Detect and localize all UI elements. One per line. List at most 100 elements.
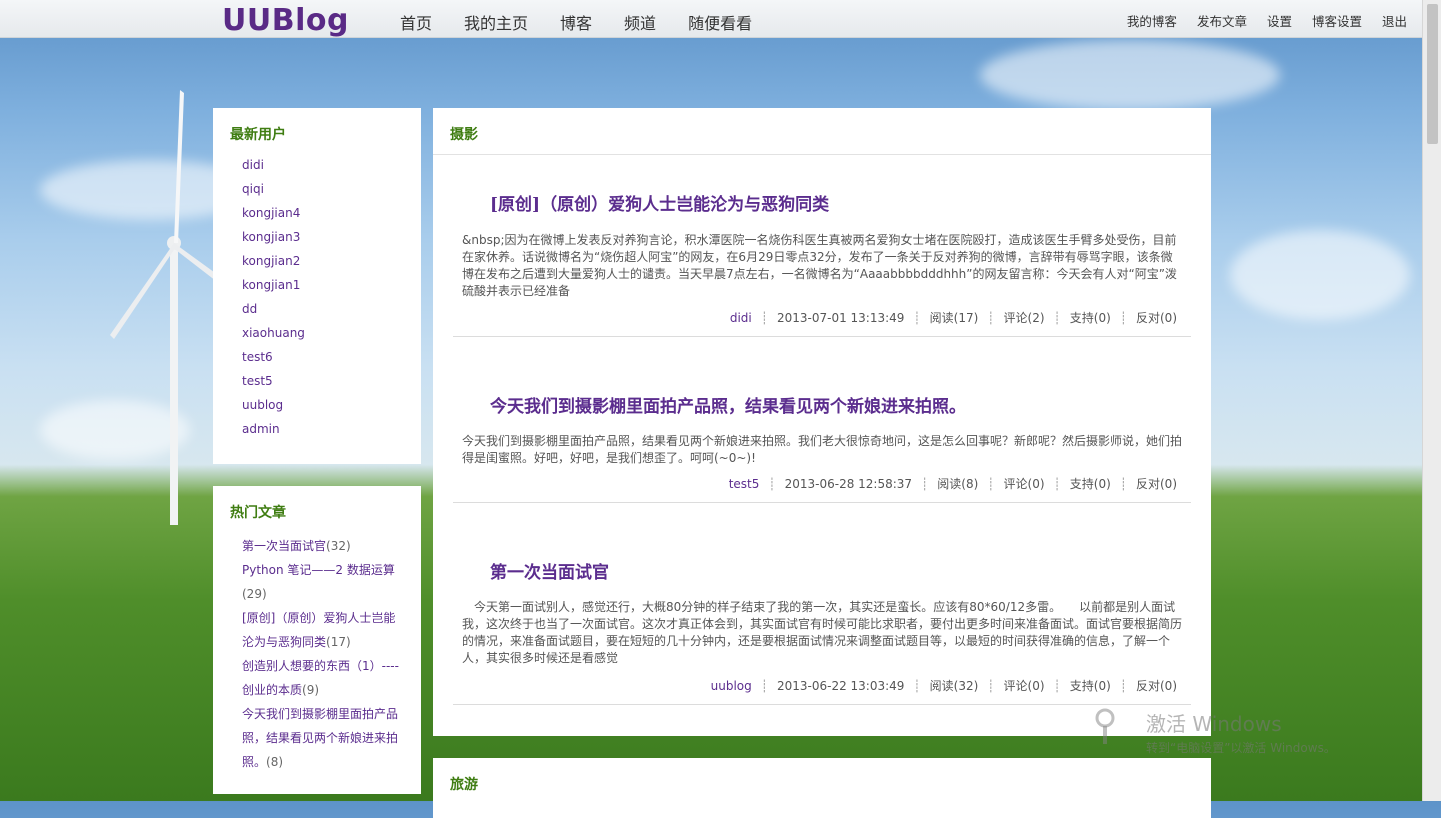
post-support-button[interactable]: 支持(0)	[1070, 679, 1111, 693]
post-oppose-button[interactable]: 反对(0)	[1136, 477, 1177, 491]
activation-watermark: 激活 Windows 转到“电脑设置”以激活 Windows。	[1146, 708, 1336, 756]
post-meta: uublog ┊ 2013-06-22 13:03:49 ┊ 阅读(32) ┊ 评论(0) ┊…	[710, 679, 1177, 693]
new-users-title: 最新用户	[230, 127, 286, 143]
post-comment-count[interactable]: 评论(0)	[1004, 477, 1045, 491]
hot-articles-title: 热门文章	[230, 505, 286, 521]
nav-home[interactable]: 首页	[400, 10, 432, 34]
post-title-link[interactable]: 今天我们到摄影棚里面拍产品照，结果看见两个新娘进来拍照。	[490, 392, 966, 417]
watermark-subtitle: 转到“电脑设置”以激活 Windows。	[1146, 741, 1336, 755]
logout-link[interactable]: 退出	[1382, 11, 1407, 30]
post-support-button[interactable]: 支持(0)	[1070, 477, 1111, 491]
list-item: kongjian4	[242, 206, 305, 230]
user-link[interactable]: didi	[242, 158, 264, 172]
hot-article-count: (9)	[302, 683, 320, 697]
user-link[interactable]: dd	[242, 302, 257, 316]
list-item: kongjian3	[242, 230, 305, 254]
main-nav: 首页 我的主页 博客 频道 随便看看	[400, 10, 784, 34]
key-icon	[1095, 708, 1115, 744]
post-read-count[interactable]: 阅读(32)	[930, 679, 979, 693]
category-title: 摄影	[450, 127, 478, 143]
hot-articles-panel: 热门文章 第一次当面试官(32) Python 笔记——2 数据运算 (29) […	[213, 486, 421, 794]
post-comment-count[interactable]: 评论(0)	[1004, 679, 1045, 693]
user-link[interactable]: kongjian1	[242, 278, 300, 292]
post-time: 2013-06-22 13:03:49	[776, 679, 905, 693]
site-logo[interactable]: UUBlog	[222, 3, 349, 38]
nav-my-homepage[interactable]: 我的主页	[464, 10, 528, 34]
hot-article-link[interactable]: 创造别人想要的东西（1）----创业的本质	[242, 659, 399, 697]
list-item: [原创]（原创）爱狗人士岂能沦为与恶狗同类(17)	[242, 606, 407, 654]
hot-article-link[interactable]: 第一次当面试官	[242, 539, 326, 553]
list-item: uublog	[242, 398, 305, 422]
list-item: qiqi	[242, 182, 305, 206]
post-time: 2013-06-28 12:58:37	[784, 477, 913, 491]
my-blog-link[interactable]: 我的博客	[1127, 11, 1177, 30]
list-item: 创造别人想要的东西（1）----创业的本质(9)	[242, 654, 407, 702]
wind-turbine-image	[110, 90, 218, 525]
post-author-link[interactable]: test5	[729, 477, 760, 491]
post-title-link[interactable]: 第一次当面试官	[490, 558, 609, 583]
list-item: kongjian1	[242, 278, 305, 302]
page-scrollbar[interactable]	[1422, 0, 1441, 801]
user-link[interactable]: test5	[242, 374, 273, 388]
post-read-count[interactable]: 阅读(8)	[937, 477, 978, 491]
hot-article-count: (8)	[266, 755, 284, 769]
post-author-link[interactable]: uublog	[711, 679, 752, 693]
cloud	[1230, 230, 1410, 320]
top-navigation-bar: UUBlog 首页 我的主页 博客 频道 随便看看 我的博客 发布文章 设置 博…	[0, 0, 1423, 38]
post-excerpt: 今天第一面试别人，感觉还行，大概80分钟的样子结束了我的第一次，其实还是蛮长。应…	[462, 600, 1183, 665]
list-item: kongjian2	[242, 254, 305, 278]
hot-article-count: (29)	[242, 587, 267, 601]
post-excerpt: &nbsp;因为在微博上发表反对养狗言论，积水潭医院一名烧伤科医生真被两名爱狗女…	[462, 233, 1177, 298]
publish-article-link[interactable]: 发布文章	[1197, 11, 1247, 30]
divider	[453, 502, 1191, 503]
user-link[interactable]: kongjian3	[242, 230, 300, 244]
nav-browse[interactable]: 随便看看	[688, 10, 752, 34]
settings-link[interactable]: 设置	[1267, 11, 1292, 30]
post-meta: test5 ┊ 2013-06-28 12:58:37 ┊ 阅读(8) ┊ 评论(0) ┊ 支持…	[728, 477, 1177, 491]
user-link[interactable]: kongjian4	[242, 206, 300, 220]
post-support-button[interactable]: 支持(0)	[1070, 311, 1111, 325]
travel-category-panel: 旅游	[433, 758, 1211, 818]
divider	[453, 704, 1191, 705]
user-link[interactable]: qiqi	[242, 182, 264, 196]
scrollbar-thumb[interactable]	[1427, 4, 1438, 144]
user-link[interactable]: uublog	[242, 398, 283, 412]
hot-article-count: (32)	[326, 539, 351, 553]
list-item: 今天我们到摄影棚里面拍产品照，结果看见两个新娘进来拍照。(8)	[242, 702, 407, 774]
user-link[interactable]: test6	[242, 350, 273, 364]
user-link[interactable]: kongjian2	[242, 254, 300, 268]
hot-article-link[interactable]: [原创]（原创）爱狗人士岂能沦为与恶狗同类	[242, 611, 395, 649]
post-excerpt: 今天我们到摄影棚里面拍产品照，结果看见两个新娘进来拍照。我们老大很惊奇地问，这是…	[462, 434, 1183, 465]
list-item: test6	[242, 350, 305, 374]
user-link[interactable]: admin	[242, 422, 280, 436]
cloud	[980, 40, 1280, 110]
watermark-title: 激活 Windows	[1146, 712, 1282, 736]
post-title-link[interactable]: [原创]（原创）爱狗人士岂能沦为与恶狗同类	[490, 190, 829, 215]
category-title: 旅游	[450, 777, 478, 793]
blog-settings-link[interactable]: 博客设置	[1312, 11, 1362, 30]
list-item: dd	[242, 302, 305, 326]
post-meta: didi ┊ 2013-07-01 13:13:49 ┊ 阅读(17) ┊ 评论(2) ┊ 支持…	[729, 311, 1177, 325]
list-item: test5	[242, 374, 305, 398]
list-item: xiaohuang	[242, 326, 305, 350]
post-time: 2013-07-01 13:13:49	[776, 311, 905, 325]
divider	[433, 154, 1211, 155]
hot-article-link[interactable]: Python 笔记——2 数据运算	[242, 563, 395, 577]
divider	[453, 336, 1191, 337]
list-item: Python 笔记——2 数据运算 (29)	[242, 558, 407, 606]
list-item: admin	[242, 422, 305, 446]
post-comment-count[interactable]: 评论(2)	[1004, 311, 1045, 325]
user-link[interactable]: xiaohuang	[242, 326, 305, 340]
nav-blog[interactable]: 博客	[560, 10, 592, 34]
list-item: 第一次当面试官(32)	[242, 534, 407, 558]
post-author-link[interactable]: didi	[730, 311, 752, 325]
user-nav: 我的博客 发布文章 设置 博客设置 退出	[1107, 11, 1407, 30]
list-item: didi	[242, 158, 305, 182]
post-oppose-button[interactable]: 反对(0)	[1136, 311, 1177, 325]
nav-channel[interactable]: 频道	[624, 10, 656, 34]
new-users-panel: 最新用户 didi qiqi kongjian4 kongjian3 kongj…	[213, 108, 421, 464]
hot-articles-list: 第一次当面试官(32) Python 笔记——2 数据运算 (29) [原创]（原…	[242, 534, 407, 774]
post-read-count[interactable]: 阅读(17)	[930, 311, 979, 325]
post-oppose-button[interactable]: 反对(0)	[1136, 679, 1177, 693]
hot-article-count: (17)	[326, 635, 351, 649]
